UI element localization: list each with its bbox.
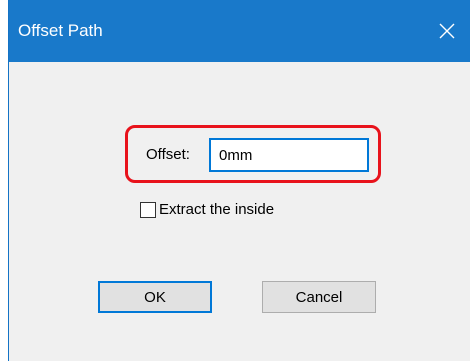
title-bar[interactable]: Offset Path: [9, 0, 470, 62]
close-icon: [439, 23, 455, 39]
offset-label: Offset:: [146, 146, 190, 163]
offset-input[interactable]: [209, 138, 369, 172]
dialog-title: Offset Path: [18, 21, 103, 40]
extract-inside-label[interactable]: Extract the inside: [159, 201, 274, 219]
close-button[interactable]: [424, 0, 470, 62]
offset-path-dialog: Offset Path Offset: Extract the inside O…: [8, 0, 470, 361]
extract-inside-checkbox[interactable]: [140, 202, 156, 218]
ok-button[interactable]: OK: [98, 281, 212, 313]
dialog-content: Offset: Extract the inside OK Cancel: [9, 62, 470, 361]
extract-inside-checkbox-row[interactable]: Extract the inside: [140, 200, 274, 220]
cancel-button[interactable]: Cancel: [262, 281, 376, 313]
